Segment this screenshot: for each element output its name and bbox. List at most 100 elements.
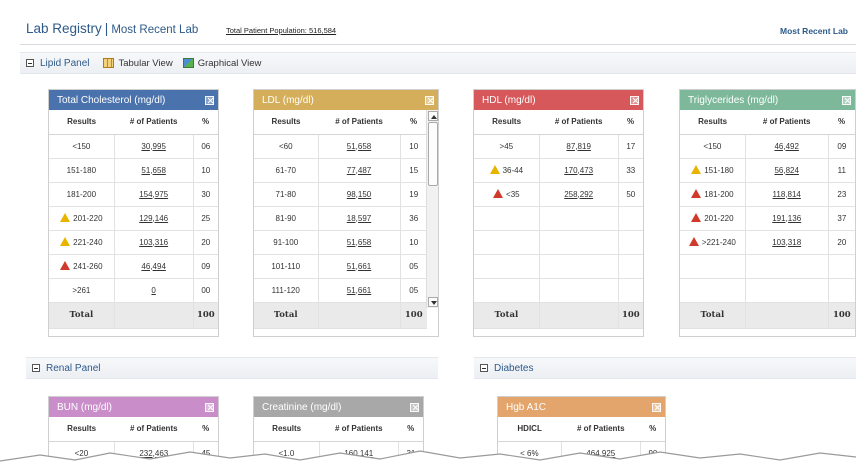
renal-collapse-toggle[interactable] — [32, 364, 40, 372]
result-range: 241-260 — [49, 254, 115, 279]
close-icon[interactable] — [205, 402, 214, 412]
patient-count-link[interactable]: 51,658 — [347, 142, 371, 151]
scroll-thumb[interactable] — [428, 122, 438, 186]
close-icon[interactable] — [652, 402, 661, 412]
patient-count: 103,316 — [114, 230, 194, 255]
total-value: 100 — [618, 302, 643, 329]
vertical-scrollbar[interactable] — [426, 110, 438, 308]
table-row: 151-180 56,824 11 — [680, 158, 855, 183]
patient-count: 51,658 — [318, 134, 401, 159]
result-range — [474, 230, 540, 255]
col-patients: # of Patients — [114, 110, 194, 135]
result-range: 36-44 — [474, 158, 540, 183]
patient-count-link[interactable]: 77,487 — [347, 166, 371, 175]
page-subtitle: Most Recent Lab — [111, 24, 199, 36]
patient-count-link[interactable]: 0 — [151, 286, 155, 295]
patient-count-link[interactable]: 56,824 — [774, 166, 798, 175]
most-recent-lab-link[interactable]: Most Recent Lab — [780, 26, 848, 36]
panel-header: HDL (mg/dl) — [474, 90, 643, 110]
table-row: >221-240 103,318 20 — [680, 230, 855, 255]
patient-count-link[interactable]: 51,661 — [347, 286, 371, 295]
results-table: Results # of Patients % <150 46,492 09 151-… — [680, 110, 855, 329]
warning-yellow-icon — [60, 237, 71, 246]
patient-count-link[interactable]: 258,292 — [564, 190, 593, 199]
result-range — [474, 278, 540, 303]
table-row — [474, 206, 643, 231]
total-row: Total 100 — [474, 302, 643, 329]
table-row: 201-220 191,136 37 — [680, 206, 855, 231]
patient-count-link[interactable]: 118,814 — [773, 190, 801, 199]
scroll-down-icon[interactable] — [428, 297, 438, 307]
result-range: 181-200 — [680, 182, 746, 207]
patient-count-link[interactable]: 51,661 — [347, 262, 371, 271]
patient-count-link[interactable]: 18,597 — [347, 214, 371, 223]
result-range-label: 111-120 — [271, 285, 300, 295]
percent-value — [828, 254, 855, 279]
renal-panel-label[interactable]: Renal Panel — [46, 363, 100, 374]
app-title: Lab Registry — [26, 21, 102, 36]
table-header-row: Results # of Patients % — [680, 110, 855, 135]
patient-count-link[interactable]: 51,658 — [347, 238, 371, 247]
patient-count-link[interactable]: 98,150 — [347, 190, 371, 199]
col-results: Results — [254, 417, 320, 442]
patient-count-link[interactable]: 191,136 — [772, 214, 801, 223]
patient-count-link[interactable]: 46,494 — [141, 262, 165, 271]
patient-count-link[interactable]: 103,316 — [139, 238, 168, 247]
panel-title: Hgb A1C — [506, 401, 547, 413]
close-icon[interactable] — [410, 402, 419, 412]
result-range-label: 71-80 — [275, 189, 296, 199]
tabular-view-link[interactable]: Tabular View — [103, 58, 173, 69]
table-header-row: Results # of Patients % — [474, 110, 643, 135]
patient-count: 87,819 — [539, 134, 619, 159]
close-icon[interactable] — [630, 95, 639, 105]
patient-count: 103,318 — [745, 230, 829, 255]
patient-count-link[interactable]: 30,995 — [141, 142, 165, 151]
percent-value: 50 — [618, 182, 643, 207]
diabetes-label[interactable]: Diabetes — [494, 363, 533, 374]
table-body: <150 46,492 09 151-180 56,824 11 181-200 118,81… — [680, 134, 855, 329]
warning-yellow-icon — [691, 165, 702, 174]
table-row: <35 258,292 50 — [474, 182, 643, 207]
percent-value: 30 — [193, 182, 218, 207]
patient-count-link[interactable]: 103,318 — [772, 238, 801, 247]
close-icon[interactable] — [842, 95, 851, 105]
lipid-panel-label[interactable]: Lipid Panel — [40, 58, 89, 69]
result-range: <35 — [474, 182, 540, 207]
warning-yellow-icon — [60, 213, 71, 222]
percent-value: 20 — [828, 230, 855, 255]
patient-count-link[interactable]: 129,146 — [139, 214, 168, 223]
col-patients: # of Patients — [319, 417, 399, 442]
result-range-label: 81-90 — [275, 213, 296, 223]
panel-title: Total Cholesterol (mg/dl) — [57, 94, 166, 106]
table-row — [680, 254, 855, 279]
table-row: <60 51,658 10 — [254, 134, 427, 159]
percent-value: 06 — [193, 134, 218, 159]
result-range: 221-240 — [49, 230, 115, 255]
table-row: 91-100 51,658 10 — [254, 230, 427, 255]
result-range-label: >221-240 — [701, 238, 736, 247]
total-spacer — [114, 302, 194, 329]
result-range-label: <60 — [278, 141, 293, 151]
patient-count-link[interactable]: 87,819 — [566, 142, 590, 151]
title-separator: | — [104, 21, 109, 36]
panel-ldl: LDL (mg/dl) Results # of Patients % <60 5… — [253, 89, 439, 337]
scroll-up-icon[interactable] — [428, 111, 438, 121]
result-range: <150 — [49, 134, 115, 159]
percent-value: 10 — [193, 158, 218, 183]
patient-count-link[interactable]: 170,473 — [564, 166, 593, 175]
graphical-view-link[interactable]: Graphical View — [182, 58, 261, 69]
col-percent: % — [193, 417, 218, 442]
patient-count-link[interactable]: 51,658 — [141, 166, 165, 175]
diabetes-collapse-toggle[interactable] — [480, 364, 488, 372]
close-icon[interactable] — [205, 95, 214, 105]
patient-count-link[interactable]: 154,975 — [139, 190, 168, 199]
patient-count: 129,146 — [114, 206, 194, 231]
panel-title: BUN (mg/dl) — [57, 401, 113, 413]
lipid-collapse-toggle[interactable] — [26, 59, 34, 67]
total-population-link[interactable]: Total Patient Population: 516,584 — [226, 26, 336, 35]
panel-header: Triglycerides (mg/dl) — [680, 90, 855, 110]
close-icon[interactable] — [425, 95, 434, 105]
result-range: >261 — [49, 278, 115, 303]
patient-count-link[interactable]: 46,492 — [774, 142, 798, 151]
result-range-label: 241-260 — [73, 262, 103, 271]
